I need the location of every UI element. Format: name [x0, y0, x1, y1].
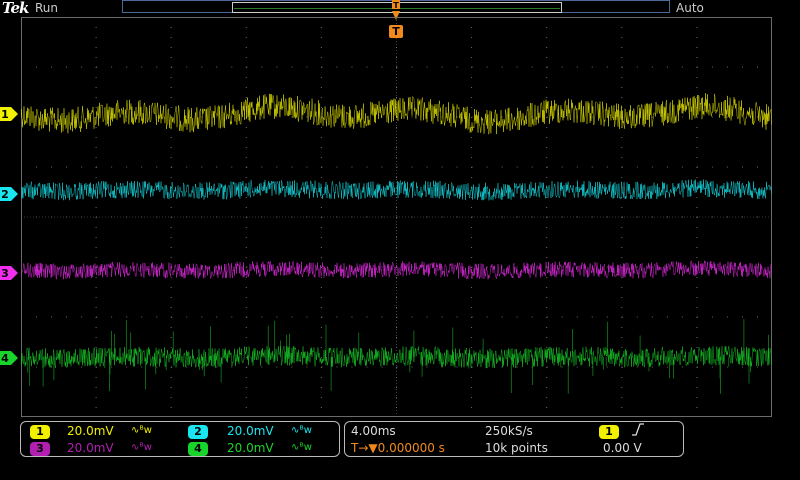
svg-text:2: 2	[1, 188, 9, 201]
trigger-source-badge[interactable]: 1	[599, 425, 619, 439]
ch3-badge[interactable]: 3	[30, 442, 50, 456]
svg-text:4: 4	[1, 352, 9, 365]
waveform-display[interactable]	[21, 17, 772, 417]
svg-text:1: 1	[1, 108, 9, 121]
ch1-bw-limit-icon: ∿ᴮw	[131, 425, 152, 436]
trigger-slope-icon[interactable]	[631, 423, 645, 439]
time-per-division[interactable]: 4.00ms	[351, 424, 396, 438]
trigger-mode[interactable]: Auto	[676, 1, 704, 15]
brand-logo: Tek	[2, 0, 29, 17]
ch4-bw-limit-icon: ∿ᴮw	[291, 442, 312, 453]
channel-readout-panel[interactable]: 1 20.0mV ∿ᴮw 2 20.0mV ∿ᴮw 3 20.0mV ∿ᴮw 4…	[20, 421, 340, 457]
ch4-ground-marker[interactable]: 4	[0, 351, 18, 365]
ch3-ground-marker[interactable]: 3	[0, 266, 18, 280]
ch1-scale[interactable]: 20.0mV	[67, 424, 114, 438]
horizontal-trigger-panel[interactable]: 4.00ms 250kS/s T→▼0.000000 s 10k points …	[344, 421, 684, 457]
acquisition-state[interactable]: Run	[35, 1, 58, 15]
record-length: 10k points	[485, 441, 548, 455]
trigger-point-marker[interactable]: T	[389, 25, 403, 38]
ch2-scale[interactable]: 20.0mV	[227, 424, 274, 438]
trigger-position-readout[interactable]: T→▼0.000000 s	[351, 441, 445, 455]
ch3-bw-limit-icon: ∿ᴮw	[131, 442, 152, 453]
ch2-badge[interactable]: 2	[188, 425, 208, 439]
svg-text:3: 3	[1, 267, 9, 280]
ch4-waveform	[21, 345, 772, 369]
trigger-level[interactable]: 0.00 V	[603, 441, 642, 455]
ch4-badge[interactable]: 4	[188, 442, 208, 456]
sample-rate: 250kS/s	[485, 424, 533, 438]
ch3-scale[interactable]: 20.0mV	[67, 441, 114, 455]
ch4-scale[interactable]: 20.0mV	[227, 441, 274, 455]
ch2-ground-marker[interactable]: 2	[0, 187, 18, 201]
ch2-bw-limit-icon: ∿ᴮw	[291, 425, 312, 436]
ch1-ground-marker[interactable]: 1	[0, 107, 18, 121]
status-bar: Tek Run T Auto	[0, 0, 800, 20]
svg-text:T: T	[393, 1, 399, 10]
ch1-badge[interactable]: 1	[30, 425, 50, 439]
readout-area: 1 20.0mV ∿ᴮw 2 20.0mV ∿ᴮw 3 20.0mV ∿ᴮw 4…	[0, 419, 800, 480]
